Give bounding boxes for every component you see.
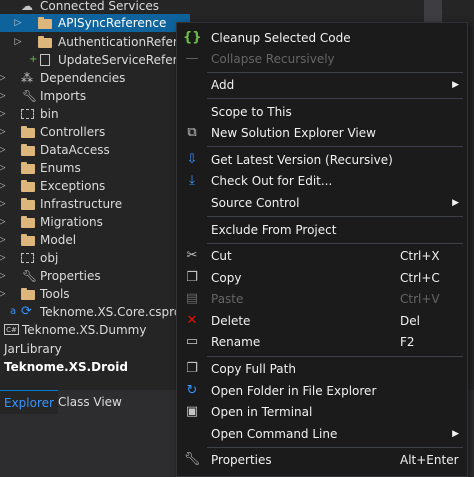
wrench-icon: 🔧︎ bbox=[183, 452, 201, 467]
menu-item-source-control[interactable]: Source Control ▶ bbox=[177, 192, 467, 214]
checkout-icon: ⤓ bbox=[189, 173, 195, 188]
menu-separator bbox=[207, 243, 463, 244]
menu-item-paste[interactable]: ▤ Paste Ctrl+V bbox=[177, 288, 467, 310]
folder-icon bbox=[37, 14, 53, 32]
submenu-arrow-icon: ▶ bbox=[452, 429, 459, 439]
menu-separator bbox=[207, 216, 463, 217]
menu-item-checkout[interactable]: ⤓ Check Out for Edit... bbox=[177, 170, 467, 192]
file-icon bbox=[37, 51, 53, 69]
expand-arrow-icon[interactable]: ▷ bbox=[0, 267, 7, 285]
menu-item-properties[interactable]: 🔧︎ Properties Alt+Enter bbox=[177, 449, 467, 471]
folder-icon bbox=[20, 159, 36, 177]
menu-separator bbox=[207, 146, 463, 147]
folder-outline-icon bbox=[20, 249, 36, 267]
context-menu: {} Cleanup Selected Code — Collapse Recu… bbox=[176, 22, 468, 477]
csharp-project-icon: C# bbox=[3, 321, 19, 339]
expand-arrow-icon[interactable]: ▷ bbox=[13, 14, 23, 32]
cloud-icon: ☁ bbox=[21, 0, 33, 13]
menu-separator bbox=[207, 72, 463, 73]
menu-item-copy[interactable]: ❐ Copy Ctrl+C bbox=[177, 267, 467, 289]
folder-outline-icon bbox=[20, 105, 36, 123]
lock-icon: a bbox=[10, 306, 17, 317]
expand-arrow-icon[interactable]: ▷ bbox=[0, 123, 7, 141]
scissors-icon: ✂ bbox=[186, 248, 198, 263]
terminal-icon: ▣ bbox=[185, 404, 199, 419]
open-folder-icon: ↻ bbox=[186, 383, 198, 398]
expand-arrow-icon[interactable]: ▷ bbox=[0, 105, 7, 123]
folder-icon bbox=[20, 285, 36, 303]
menu-item-open-folder[interactable]: ↻ Open Folder in File Explorer bbox=[177, 380, 467, 402]
menu-item-exclude[interactable]: Exclude From Project bbox=[177, 219, 467, 241]
menu-item-rename[interactable]: ▭ Rename F2 bbox=[177, 331, 467, 353]
folder-icon bbox=[20, 141, 36, 159]
expand-arrow-icon[interactable]: ▷ bbox=[0, 231, 7, 249]
menu-item-scope[interactable]: Scope to This bbox=[177, 101, 467, 123]
copy-path-icon: ❐ bbox=[186, 361, 198, 376]
expand-arrow-icon[interactable]: ▷ bbox=[13, 33, 23, 51]
menu-separator bbox=[207, 447, 463, 448]
submenu-arrow-icon: ▶ bbox=[452, 198, 459, 208]
paste-icon: ▤ bbox=[185, 291, 199, 306]
folder-icon bbox=[20, 123, 36, 141]
menu-item-new-view[interactable]: ⧉ New Solution Explorer View bbox=[177, 122, 467, 144]
folder-icon bbox=[20, 231, 36, 249]
submenu-arrow-icon: ▶ bbox=[452, 80, 459, 90]
menu-item-add[interactable]: Add ▶ bbox=[177, 74, 467, 96]
menu-item-collapse[interactable]: — Collapse Recursively bbox=[177, 48, 467, 70]
copy-icon: ❐ bbox=[186, 270, 198, 285]
expand-arrow-icon[interactable]: ▷ bbox=[0, 213, 7, 231]
tree-item-apisyncreference[interactable]: ▷ APISyncReference bbox=[0, 14, 190, 32]
menu-item-open-command-line[interactable]: Open Command Line ▶ bbox=[177, 423, 467, 445]
expand-arrow-icon[interactable]: ▷ bbox=[0, 141, 7, 159]
get-latest-icon: ⇩ bbox=[186, 152, 198, 167]
menu-item-delete[interactable]: ✕ Delete Del bbox=[177, 310, 467, 332]
folder-icon bbox=[20, 195, 36, 213]
tab-solution-explorer[interactable]: Explorer bbox=[0, 390, 58, 415]
expand-arrow-icon[interactable]: ▷ bbox=[0, 69, 7, 87]
menu-separator bbox=[207, 356, 463, 357]
folder-icon bbox=[20, 213, 36, 231]
expand-arrow-icon[interactable]: ▷ bbox=[0, 195, 7, 213]
expand-arrow-icon[interactable]: ▷ bbox=[0, 285, 7, 303]
tab-class-view[interactable]: Class View bbox=[54, 390, 126, 414]
expand-arrow-icon[interactable]: ▷ bbox=[0, 249, 7, 267]
delete-icon: ✕ bbox=[186, 313, 198, 328]
expand-arrow-icon[interactable]: ▷ bbox=[0, 159, 7, 177]
menu-separator bbox=[207, 98, 463, 99]
expand-arrow-icon[interactable]: ▷ bbox=[0, 87, 7, 105]
dependencies-icon: ⁂ bbox=[21, 71, 33, 85]
menu-item-cleanup[interactable]: {} Cleanup Selected Code bbox=[177, 27, 467, 49]
wrench-icon: 🔧︎ bbox=[22, 269, 38, 283]
menu-item-get-latest[interactable]: ⇩ Get Latest Version (Recursive) bbox=[177, 149, 467, 171]
menu-item-open-terminal[interactable]: ▣ Open in Terminal bbox=[177, 401, 467, 423]
sync-icon: ⟳ bbox=[21, 304, 32, 319]
rename-icon: ▭ bbox=[185, 334, 199, 349]
collapse-icon: — bbox=[185, 51, 199, 66]
menu-item-copy-path[interactable]: ❐ Copy Full Path bbox=[177, 358, 467, 380]
folder-icon bbox=[37, 33, 53, 51]
menu-item-cut[interactable]: ✂ Cut Ctrl+X bbox=[177, 245, 467, 267]
folder-icon bbox=[20, 177, 36, 195]
wrench-icon: 🔧︎ bbox=[22, 89, 38, 103]
solution-explorer-icon: ⧉ bbox=[187, 125, 197, 140]
expand-arrow-icon[interactable]: ▷ bbox=[0, 177, 7, 195]
braces-icon: {} bbox=[183, 30, 202, 45]
